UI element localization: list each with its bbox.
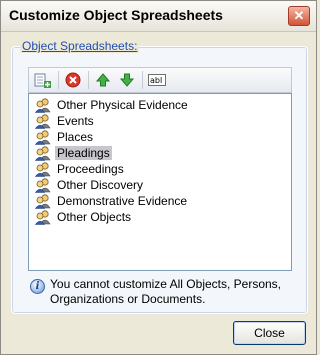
add-spreadsheet-icon [34, 73, 51, 88]
spreadsheet-people-icon [35, 194, 51, 209]
list-item[interactable]: Proceedings [35, 161, 126, 177]
dialog-title: Customize Object Spreadsheets [9, 7, 223, 23]
toolbar: abl [28, 67, 292, 93]
spreadsheet-list[interactable]: Other Physical Evidence Events Places Plead… [28, 93, 292, 271]
list-item-label: Places [57, 130, 94, 144]
list-item-label: Events [57, 114, 94, 128]
spreadsheet-people-icon [35, 178, 51, 193]
spreadsheet-people-icon [35, 130, 51, 145]
list-item[interactable]: Places [35, 129, 95, 145]
toolbar-separator [142, 71, 143, 89]
delete-icon [65, 72, 81, 88]
list-item[interactable]: Other Physical Evidence [35, 97, 190, 113]
info-text: You cannot customize All Objects, Person… [50, 277, 281, 307]
list-item-label: Proceedings [57, 162, 124, 176]
close-icon: ✕ [293, 8, 305, 23]
dialog-window: Customize Object Spreadsheets ✕ Object S… [0, 0, 317, 355]
info-line: You cannot customize All Objects, Person… [50, 277, 282, 291]
move-down-button[interactable] [117, 70, 137, 90]
list-item[interactable]: Events [35, 113, 96, 129]
close-button[interactable]: Close [233, 321, 306, 345]
info-line: Organizations or Documents. [50, 292, 206, 306]
move-up-icon [96, 73, 110, 87]
info-icon: i [30, 279, 45, 294]
move-up-button[interactable] [93, 70, 113, 90]
list-item-label: Pleadings [55, 146, 112, 160]
svg-text:abl: abl [150, 76, 162, 85]
title-close-button[interactable]: ✕ [288, 6, 310, 26]
list-item-label: Other Physical Evidence [57, 98, 188, 112]
rename-icon: abl [148, 74, 166, 86]
list-item[interactable]: Other Discovery [35, 177, 145, 193]
spreadsheet-people-icon [35, 210, 51, 225]
group-label: Object Spreadsheets: [20, 39, 140, 53]
object-spreadsheets-group: Object Spreadsheets: abl Other Physical … [11, 39, 308, 314]
spreadsheet-people-icon [35, 98, 51, 113]
delete-button[interactable] [63, 70, 83, 90]
list-item[interactable]: Pleadings [35, 145, 112, 161]
list-item-label: Other Objects [57, 210, 132, 224]
spreadsheet-people-icon [35, 114, 51, 129]
list-item[interactable]: Demonstrative Evidence [35, 193, 189, 209]
toolbar-separator [88, 71, 89, 89]
add-spreadsheet-button[interactable] [33, 70, 53, 90]
toolbar-separator [58, 71, 59, 89]
title-bar: Customize Object Spreadsheets ✕ [1, 1, 316, 32]
rename-button[interactable]: abl [147, 70, 167, 90]
move-down-icon [120, 73, 134, 87]
spreadsheet-people-icon [35, 146, 51, 161]
list-item-label: Other Discovery [57, 178, 144, 192]
list-item[interactable]: Other Objects [35, 209, 133, 225]
spreadsheet-people-icon [35, 162, 51, 177]
list-item-label: Demonstrative Evidence [57, 194, 188, 208]
